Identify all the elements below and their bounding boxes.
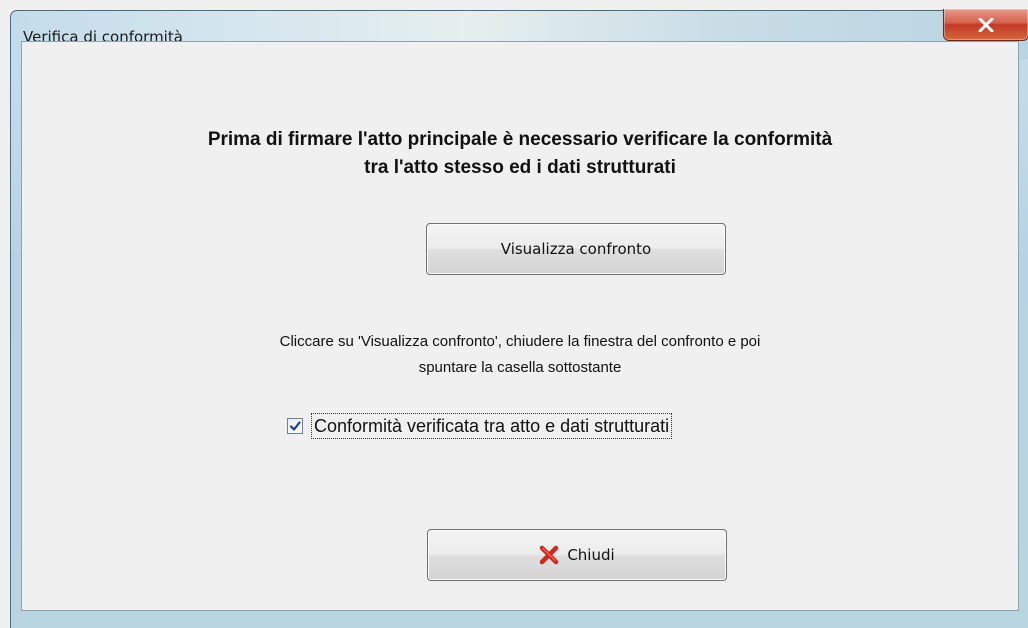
heading-line-2: tra l'atto stesso ed i dati strutturati <box>364 157 676 178</box>
dialog-window: Verifica di conformità Prima di firmare … <box>10 9 1028 628</box>
checkmark-icon <box>289 421 301 431</box>
instructions-text: Cliccare su 'Visualizza confronto', chiu… <box>22 329 1018 381</box>
close-icon <box>978 17 994 32</box>
close-button-label: Chiudi <box>567 546 615 564</box>
red-x-icon <box>540 545 559 565</box>
view-comparison-button[interactable]: Visualizza confronto <box>426 223 726 275</box>
instructions-line-2: spuntare la casella sottostante <box>418 359 622 376</box>
instructions-line-1: Cliccare su 'Visualizza confronto', chiu… <box>279 333 761 350</box>
dialog-heading: Prima di firmare l'atto principale è nec… <box>22 126 1018 182</box>
conformity-checkbox-row[interactable]: Conformità verificata tra atto e dati st… <box>287 413 673 439</box>
dialog-content: Prima di firmare l'atto principale è nec… <box>21 41 1019 611</box>
heading-line-1: Prima di firmare l'atto principale è nec… <box>207 129 833 150</box>
close-button[interactable]: Chiudi <box>427 529 727 581</box>
conformity-checkbox[interactable] <box>287 418 303 434</box>
window-close-button[interactable] <box>943 9 1028 41</box>
view-comparison-label: Visualizza confronto <box>500 240 652 258</box>
conformity-checkbox-label[interactable]: Conformità verificata tra atto e dati st… <box>311 413 673 439</box>
